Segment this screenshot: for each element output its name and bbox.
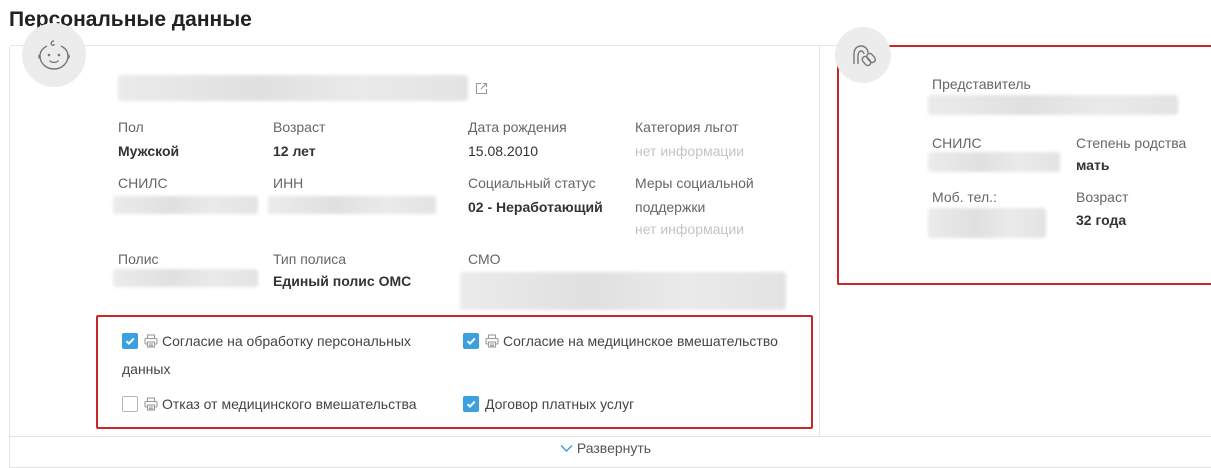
printer-icon[interactable] [485, 334, 499, 348]
policy-number-redacted [113, 269, 258, 287]
refusal-medical-intervention-label: Отказ от медицинского вмешательства [162, 396, 417, 412]
representative-phone-redacted [928, 208, 1046, 238]
snils-value-redacted [113, 196, 258, 214]
representative-snils-redacted [928, 152, 1060, 172]
card-divider-vertical [819, 46, 820, 436]
social-support-label-line2: поддержки [635, 199, 706, 215]
social-support-label-line1: Меры социальной [635, 175, 754, 191]
representative-age-label: Возраст [1076, 189, 1129, 205]
birthdate-value: 15.08.2010 [468, 143, 539, 159]
printer-icon[interactable] [144, 397, 158, 411]
paid-services-contract[interactable]: Договор платных услуг [463, 396, 634, 412]
gender-value: Мужской [118, 143, 180, 159]
consent-medical-intervention[interactable]: Согласие на медицинское вмешательство [463, 333, 778, 349]
smo-value-redacted [460, 272, 786, 310]
age-value: 12 лет [273, 143, 316, 159]
benefit-category-value: нет информации [635, 143, 745, 159]
representative-title: Представитель [932, 76, 1031, 92]
card-divider-horizontal [10, 436, 1211, 437]
open-external-icon[interactable] [475, 82, 488, 100]
consent-personal-data-label: Согласие на обработку персональных [162, 333, 411, 349]
consent-personal-data-checkbox[interactable] [122, 333, 138, 349]
paid-services-contract-label: Договор платных услуг [485, 396, 635, 412]
expand-button[interactable]: Развернуть [0, 440, 1211, 456]
representative-name-redacted [928, 95, 1178, 115]
social-status-value: 02 - Неработающий [468, 199, 603, 215]
smo-label: СМО [468, 251, 501, 267]
representative-age-value: 32 года [1076, 212, 1127, 228]
child-face-icon [38, 40, 70, 70]
patient-avatar [22, 23, 86, 87]
inn-value-redacted [268, 196, 436, 214]
consent-medical-intervention-checkbox[interactable] [463, 333, 479, 349]
representative-avatar [835, 27, 891, 83]
chevron-down-icon [560, 444, 573, 452]
benefit-category-label: Категория льгот [635, 119, 739, 135]
inn-label: ИНН [273, 175, 304, 191]
consent-personal-data[interactable]: Согласие на обработку персональных [122, 333, 411, 349]
policy-label: Полис [118, 251, 159, 267]
consent-personal-data-label-line2: данных [122, 361, 171, 377]
age-label: Возраст [273, 119, 326, 135]
relation-label: Степень родства [1076, 135, 1187, 151]
snils-label: СНИЛС [118, 175, 168, 191]
refusal-medical-intervention[interactable]: Отказ от медицинского вмешательства [122, 396, 417, 412]
paid-services-contract-checkbox[interactable] [463, 396, 479, 412]
expand-label: Развернуть [576, 440, 652, 456]
policy-type-label: Тип полиса [273, 251, 347, 267]
social-status-label: Социальный статус [468, 175, 596, 191]
gender-label: Пол [118, 119, 144, 135]
policy-type-value: Единый полис ОМС [273, 273, 412, 289]
representative-phone-label: Моб. тел.: [932, 189, 997, 205]
refusal-medical-intervention-checkbox[interactable] [122, 396, 138, 412]
linked-person-icon [853, 45, 876, 67]
printer-icon[interactable] [144, 334, 158, 348]
birthdate-label: Дата рождения [468, 119, 567, 135]
consent-medical-intervention-label: Согласие на медицинское вмешательство [503, 333, 778, 349]
social-support-value: нет информации [635, 221, 745, 237]
representative-snils-label: СНИЛС [932, 135, 982, 151]
patient-name-redacted [118, 75, 468, 101]
relation-value: мать [1076, 157, 1110, 173]
